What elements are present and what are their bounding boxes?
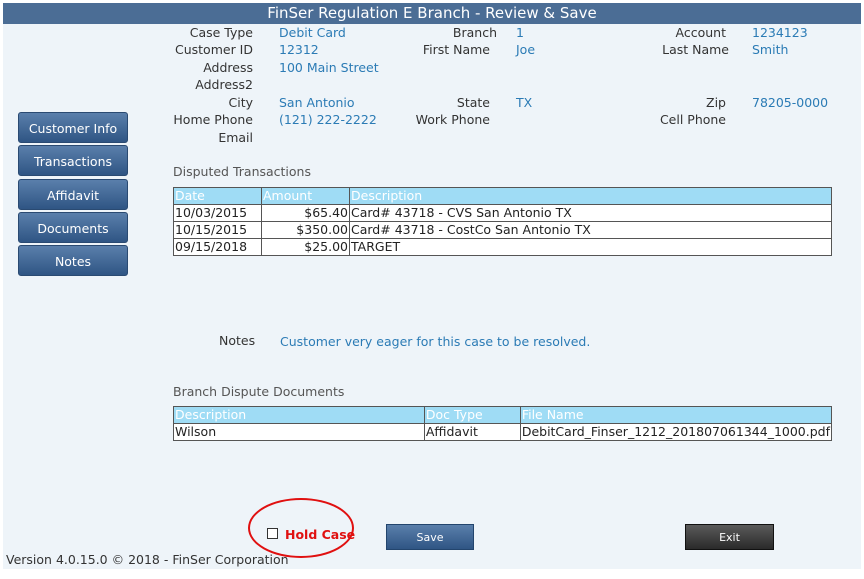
state-value: TX [516,95,533,110]
account-label: Account [675,25,726,40]
window-title: FinSer Regulation E Branch - Review & Sa… [3,3,861,24]
document-type: Affidavit [423,423,521,441]
transaction-description: Card# 43718 - CVS San Antonio TX [349,204,832,222]
work-phone-label: Work Phone [415,112,490,127]
hold-case-checkbox[interactable] [267,528,278,539]
transaction-amount: $25.00 [261,238,350,256]
disputed-transactions-table: Date Amount Description 10/03/2015 $65.4… [173,187,832,256]
state-label: State [456,95,490,110]
notes-value: Customer very eager for this case to be … [280,334,591,349]
zip-value: 78205-0000 [752,95,829,110]
column-header-description[interactable]: Description [349,187,832,205]
nav-affidavit-button[interactable]: Affidavit [18,179,128,210]
column-header-date[interactable]: Date [173,187,262,205]
table-row[interactable]: Wilson Affidavit DebitCard_Finser_1212_2… [173,423,833,441]
table-header-row: Date Amount Description [173,187,832,205]
customer-id-label: Customer ID [174,42,253,57]
document-file-name[interactable]: DebitCard_Finser_1212_201807061344_1000.… [519,423,833,441]
transaction-description: Card# 43718 - CostCo San Antonio TX [349,221,832,239]
city-value: San Antonio [279,95,355,110]
cell-phone-label: Cell Phone [659,112,726,127]
version-text: Version 4.0.15.0 © 2018 - FinSer Corpora… [6,552,289,567]
save-button[interactable]: Save [386,524,474,550]
column-header-file-name[interactable]: File Name [519,406,833,424]
branch-dispute-documents-title: Branch Dispute Documents [173,384,345,399]
nav-transactions-button[interactable]: Transactions [18,145,128,176]
disputed-transactions-title: Disputed Transactions [173,164,311,179]
city-label: City [228,95,254,110]
first-name-label: First Name [422,42,490,57]
transaction-amount: $350.00 [261,221,350,239]
address-value: 100 Main Street [279,60,379,75]
table-row[interactable]: 10/15/2015 $350.00 Card# 43718 - CostCo … [173,221,832,239]
column-header-description[interactable]: Description [173,406,425,424]
transaction-date: 09/15/2018 [173,238,262,256]
exit-button[interactable]: Exit [685,524,774,550]
branch-dispute-documents-table: Description Doc Type File Name Wilson Af… [173,406,833,441]
table-row[interactable]: 09/15/2018 $25.00 TARGET [173,238,832,256]
column-header-doc-type[interactable]: Doc Type [423,406,521,424]
case-type-value: Debit Card [279,25,346,40]
address-label: Address [203,60,253,75]
app-frame [3,3,861,569]
table-row[interactable]: 10/03/2015 $65.40 Card# 43718 - CVS San … [173,204,832,222]
email-label: Email [218,130,253,145]
home-phone-label: Home Phone [173,112,253,127]
account-value: 1234123 [752,25,808,40]
branch-label: Branch [452,25,497,40]
customer-id-value: 12312 [279,42,319,57]
transaction-date: 10/03/2015 [173,204,262,222]
hold-case-label[interactable]: Hold Case [285,527,355,542]
transaction-amount: $65.40 [261,204,350,222]
document-description: Wilson [173,423,425,441]
column-header-amount[interactable]: Amount [261,187,350,205]
table-header-row: Description Doc Type File Name [173,406,833,424]
last-name-label: Last Name [662,42,729,57]
first-name-value: Joe [516,42,536,57]
zip-label: Zip [706,95,726,110]
address2-label: Address2 [195,77,253,92]
transaction-description: TARGET [349,238,832,256]
last-name-value: Smith [752,42,789,57]
case-type-label: Case Type [189,25,253,40]
home-phone-value: (121) 222-2222 [279,112,377,127]
notes-label: Notes [219,333,256,348]
nav-customer-info-button[interactable]: Customer Info [18,112,128,143]
nav-notes-button[interactable]: Notes [18,245,128,276]
transaction-date: 10/15/2015 [173,221,262,239]
branch-value: 1 [516,25,524,40]
nav-documents-button[interactable]: Documents [18,212,128,243]
